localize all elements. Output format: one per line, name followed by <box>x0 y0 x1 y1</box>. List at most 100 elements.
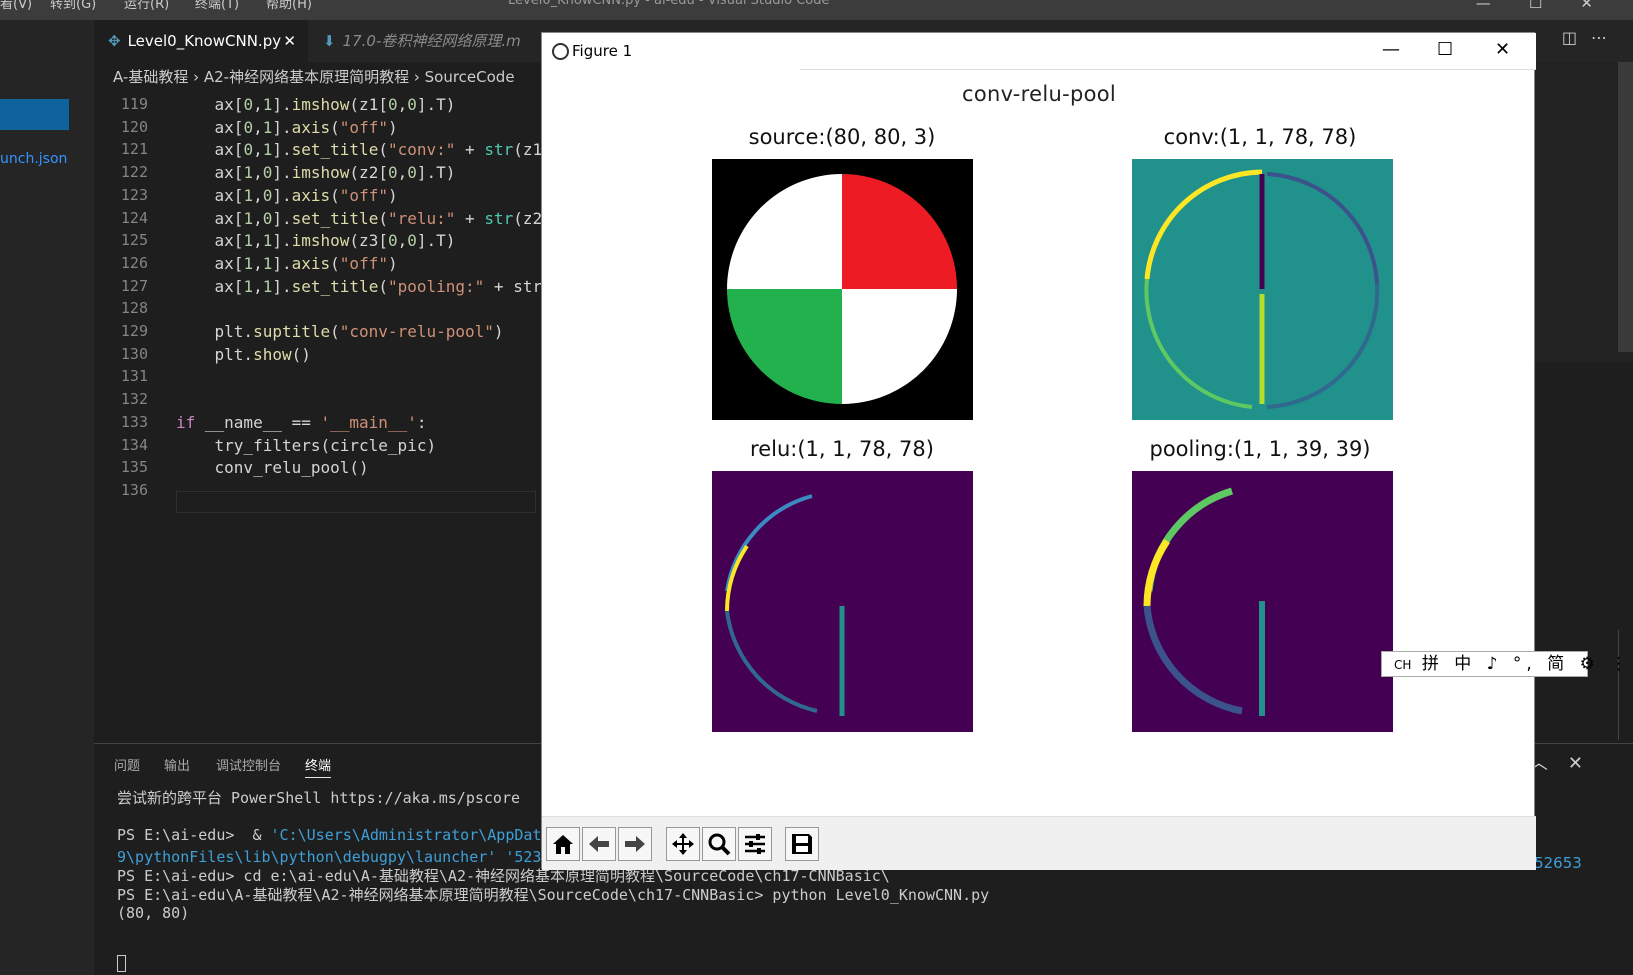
figure-suptitle: conv-relu-pool <box>961 82 1117 106</box>
code-line[interactable]: ax[0,1].axis("off") <box>176 118 398 137</box>
window-title: Level0_KnowCNN.py - ai-edu - Visual Stud… <box>508 0 830 8</box>
line-number: 132 <box>120 390 148 409</box>
more-actions-icon[interactable]: ⋯ <box>1591 28 1621 47</box>
line-number: 129 <box>120 322 148 340</box>
terminal-line: (80, 80) <box>117 904 190 922</box>
subplot-title-relu: relu:(1, 1, 78, 78) <box>750 437 934 461</box>
home-icon[interactable] <box>546 827 580 861</box>
pooling-image <box>1132 471 1393 732</box>
subplot-title-pooling: pooling:(1, 1, 39, 39) <box>1149 437 1371 461</box>
code-line[interactable]: ax[1,1].set_title("pooling:" + str <box>176 277 541 296</box>
ime-pinyin-icon[interactable]: 拼 <box>1422 654 1444 674</box>
tab-label: 17.0-卷积神经网络原理.m <box>342 32 521 50</box>
menu-terminal[interactable]: 终端(T) <box>195 0 239 12</box>
menu-help[interactable]: 帮助(H) <box>266 0 312 12</box>
ime-moon-icon[interactable]: ♪ <box>1487 654 1503 674</box>
current-line-highlight <box>176 491 536 513</box>
separator <box>800 69 1536 70</box>
ime-punct-icon[interactable]: °, <box>1513 654 1537 674</box>
code-line[interactable]: ax[1,0].imshow(z2[0,0].T) <box>176 163 456 182</box>
ime-settings-icon[interactable]: ⚙ <box>1580 654 1600 674</box>
markdown-file-icon: ⬇ <box>323 32 336 50</box>
terminal-cursor <box>117 955 126 972</box>
close-tab-icon[interactable]: ✕ <box>283 20 296 62</box>
line-number: 131 <box>120 367 148 386</box>
matplotlib-figure-window: Figure 1 — ☐ ✕ conv-relu-pool source:(80… <box>541 32 1536 870</box>
line-number: 121 <box>120 140 148 159</box>
conv-image <box>1132 159 1393 420</box>
explorer-selected-item[interactable] <box>0 99 69 130</box>
close-panel-icon[interactable]: ✕ <box>1568 753 1603 774</box>
ime-chinese-mode[interactable]: 中 <box>1454 654 1476 674</box>
back-icon[interactable] <box>582 827 616 861</box>
code-line[interactable]: try_filters(circle_pic) <box>176 436 437 455</box>
minimap[interactable] <box>1523 62 1633 362</box>
minimize-icon[interactable]: — <box>1382 39 1400 60</box>
explorer-file-launch-json[interactable]: unch.json <box>0 151 67 167</box>
code-line[interactable]: ax[1,0].set_title("relu:" + str(z2 <box>176 209 541 228</box>
line-number: 125 <box>120 231 148 250</box>
menu-bar: 看(V) 转到(G) 运行(R) 终端(T) 帮助(H) Level0_Know… <box>0 0 1633 20</box>
breadcrumb[interactable]: A-基础教程 › A2-神经网络基本原理简明教程 › SourceCode <box>113 66 515 87</box>
configure-subplots-icon[interactable] <box>738 827 772 861</box>
code-line[interactable]: if __name__ == '__main__': <box>176 413 426 432</box>
ime-lang[interactable]: CH <box>1394 658 1411 672</box>
terminal-line: PS E:\ai-edu> & 'C:\Users\Administrator\… <box>117 826 542 844</box>
menu-run[interactable]: 运行(R) <box>124 0 169 12</box>
code-line[interactable]: plt.show() <box>176 345 311 364</box>
tab-terminal[interactable]: 终端 <box>305 755 332 778</box>
panel-controls[interactable]: ︿✕ <box>1530 749 1603 775</box>
tab-output[interactable]: 输出 <box>164 755 190 774</box>
terminal-line: 尝试新的跨平台 PowerShell https://aka.ms/pscore <box>117 789 521 807</box>
figure-titlebar[interactable]: Figure 1 — ☐ ✕ <box>542 33 1536 69</box>
code-line[interactable]: conv_relu_pool() <box>176 458 369 477</box>
matplotlib-logo-icon <box>552 43 569 60</box>
line-number: 120 <box>120 117 148 136</box>
line-number: 123 <box>120 185 148 204</box>
menu-view[interactable]: 看(V) <box>0 0 32 12</box>
line-number: 126 <box>120 253 148 272</box>
tab-actions[interactable]: ◫⋯ <box>1562 28 1621 47</box>
code-line[interactable]: ax[1,0].axis("off") <box>176 186 398 205</box>
code-line[interactable]: ax[1,1].imshow(z3[0,0].T) <box>176 231 456 250</box>
python-file-icon: ✥ <box>108 32 121 50</box>
subplot-title-conv: conv:(1, 1, 78, 78) <box>1163 125 1357 149</box>
ime-more-icon[interactable]: ⋮ <box>1610 654 1632 674</box>
tab-debug-console[interactable]: 调试控制台 <box>216 755 281 774</box>
terminal-line: PS E:\ai-edu\A-基础教程\A2-神经网络基本原理简明教程\Sour… <box>117 886 990 904</box>
menu-goto[interactable]: 转到(G) <box>50 0 96 12</box>
tab-problems[interactable]: 问题 <box>114 755 140 774</box>
maximize-icon[interactable]: ☐ <box>1437 39 1453 60</box>
line-number: 134 <box>120 435 148 454</box>
figure-toolbar <box>542 816 1536 870</box>
source-image <box>712 159 973 420</box>
tab-cnn-markdown[interactable]: ⬇ 17.0-卷积神经网络原理.m <box>309 20 539 62</box>
code-line[interactable]: ax[0,1].imshow(z1[0,0].T) <box>176 95 456 114</box>
code-line[interactable]: plt.suptitle("conv-relu-pool") <box>176 322 504 341</box>
code-line[interactable]: ax[1,1].axis("off") <box>176 254 398 273</box>
relu-image <box>712 471 973 732</box>
zoom-icon[interactable] <box>702 827 736 861</box>
forward-icon[interactable] <box>618 827 652 861</box>
line-number: 127 <box>120 276 148 295</box>
maximize-panel-icon[interactable]: ︿ <box>1530 753 1568 774</box>
window-controls[interactable]: — ☐ ✕ <box>1476 0 1593 12</box>
figure-title: Figure 1 <box>572 42 633 60</box>
line-number: 135 <box>120 458 148 477</box>
save-icon[interactable] <box>785 827 819 861</box>
editor-scrollbar[interactable] <box>1618 62 1633 352</box>
line-number: 130 <box>120 344 148 363</box>
close-icon[interactable]: ✕ <box>1495 39 1510 60</box>
ime-simplified[interactable]: 简 <box>1547 654 1569 674</box>
line-number: 124 <box>120 208 148 227</box>
subplot-title-source: source:(80, 80, 3) <box>748 125 936 149</box>
line-number: 119 <box>120 95 148 113</box>
line-number: 133 <box>120 412 148 431</box>
pan-icon[interactable] <box>666 827 700 861</box>
tab-level0-knowcnn[interactable]: ✥ Level0_KnowCNN.py ✕ <box>94 20 308 62</box>
split-editor-icon[interactable]: ◫ <box>1562 28 1591 47</box>
tab-label: Level0_KnowCNN.py <box>127 32 282 50</box>
code-line[interactable]: ax[0,1].set_title("conv:" + str(z1 <box>176 140 541 159</box>
explorer-sidebar: unch.json <box>0 20 94 975</box>
ime-toolbar[interactable]: CH 拼 中 ♪ °, 简 ⚙ ⋮ <box>1381 651 1627 677</box>
